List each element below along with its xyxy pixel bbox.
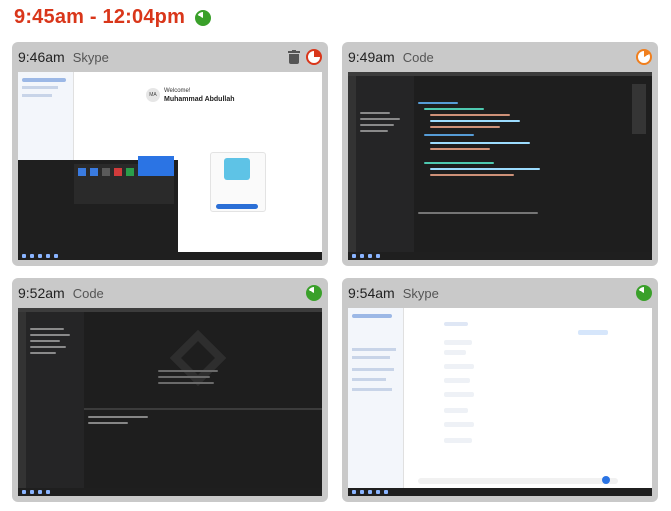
time-range: 9:45am - 12:04pm: [14, 6, 186, 28]
card-header: 9:52am Code: [12, 278, 328, 308]
screenshot-card[interactable]: 9:54am Skype: [342, 278, 658, 502]
card-header: 9:46am Skype: [12, 42, 328, 72]
screenshot-card[interactable]: 9:52am Code: [12, 278, 328, 502]
screenshot-card[interactable]: 9:46am Skype MA Welcome! Muhammad Abdull…: [12, 42, 328, 266]
card-time: 9:49am: [348, 49, 395, 65]
card-header: 9:54am Skype: [342, 278, 658, 308]
activity-pie-icon: [306, 285, 322, 301]
welcome-title: Welcome!: [164, 88, 191, 94]
welcome-name: Muhammad Abdullah: [164, 96, 235, 103]
card-app: Code: [402, 49, 434, 65]
screenshot-thumbnail[interactable]: [348, 72, 652, 260]
screenshot-thumbnail[interactable]: MA Welcome! Muhammad Abdullah: [18, 72, 322, 260]
card-time: 9:46am: [18, 49, 65, 65]
trash-icon[interactable]: [288, 50, 300, 64]
card-app: Skype: [402, 285, 439, 301]
activity-ring-icon: [636, 49, 652, 65]
avatar: MA: [146, 88, 160, 102]
card-time: 9:54am: [348, 285, 395, 301]
activity-ring-icon: [306, 49, 322, 65]
screenshot-thumbnail[interactable]: [18, 308, 322, 496]
card-app: Code: [72, 285, 104, 301]
screenshot-thumbnail[interactable]: [348, 308, 652, 496]
activity-pie-icon: [636, 285, 652, 301]
activity-pie-icon: [195, 9, 212, 26]
card-app: Skype: [72, 49, 109, 65]
card-header: 9:49am Code: [342, 42, 658, 72]
time-range-header: 9:45am - 12:04pm: [14, 6, 212, 29]
card-time: 9:52am: [18, 285, 65, 301]
screenshot-card[interactable]: 9:49am Code: [342, 42, 658, 266]
